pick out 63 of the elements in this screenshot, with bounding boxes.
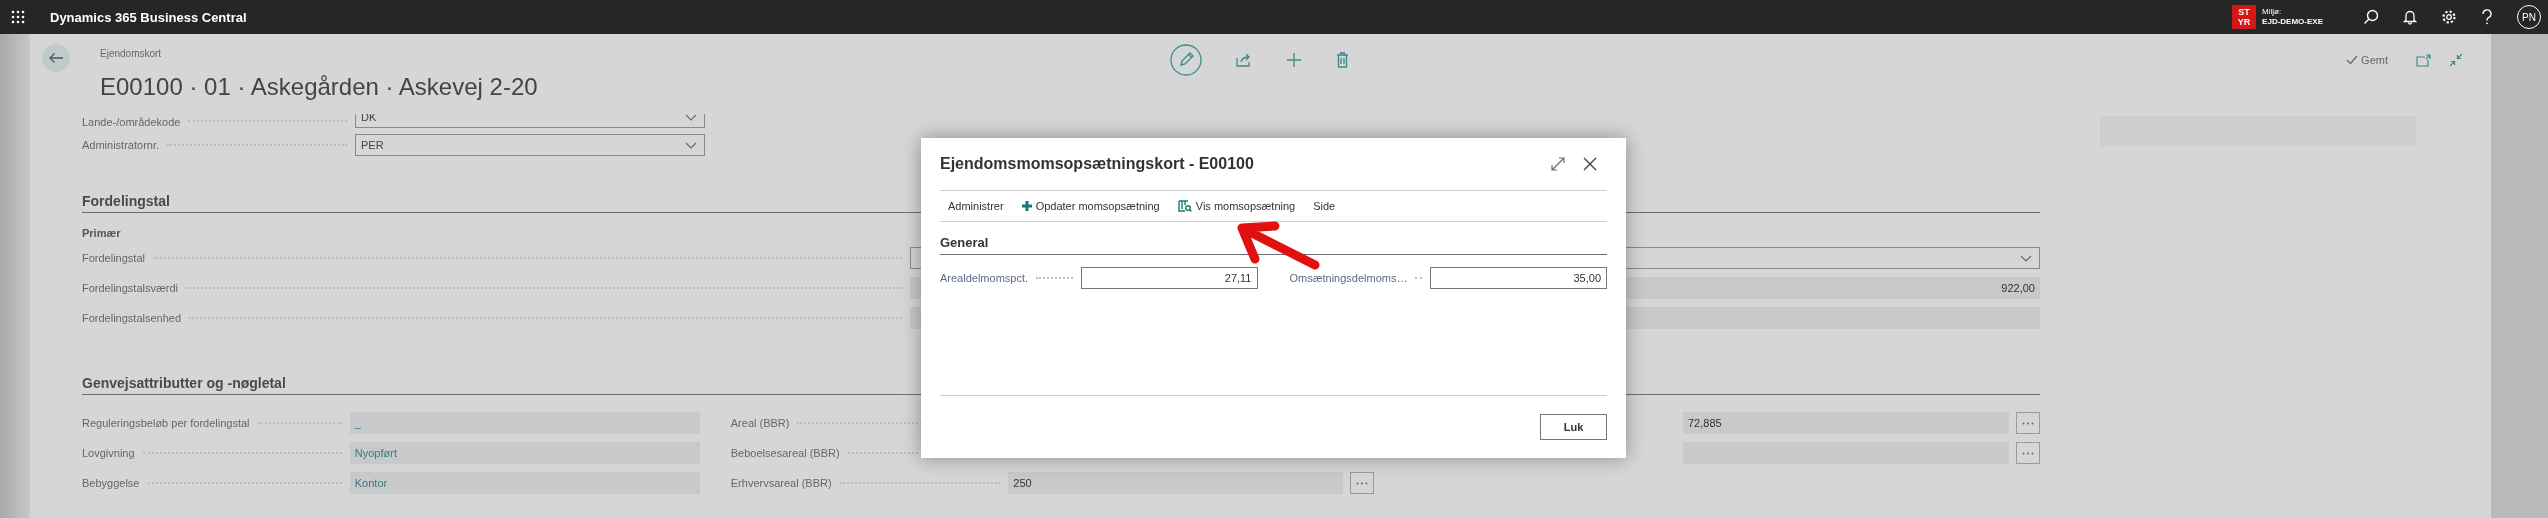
ellipsis-icon: [1356, 481, 1369, 485]
collapse-icon[interactable]: [2449, 53, 2463, 67]
input-field[interactable]: 35,00: [1430, 267, 1607, 289]
field-label: Areal (BBR): [730, 417, 790, 429]
environment-badge: ST YR: [2232, 5, 2257, 29]
page-title: E00100 · 01 · Askegården · Askevej 2-20: [100, 73, 538, 101]
back-button[interactable]: [42, 44, 70, 72]
group-heading: Primær: [82, 227, 122, 239]
field-label: Lande-/områdekode: [82, 116, 181, 128]
field-label: Beboelsesareal (BBR): [730, 447, 840, 459]
arrow-left-icon: [48, 52, 64, 64]
action-button[interactable]: Side: [1313, 200, 1336, 212]
assist-button[interactable]: [2016, 442, 2040, 464]
saved-status: Gemt: [2346, 54, 2388, 66]
assist-button[interactable]: [2016, 412, 2040, 434]
assist-button[interactable]: [1350, 472, 1375, 494]
chevron-down-icon: [2020, 254, 2032, 262]
share-icon[interactable]: [1236, 53, 1252, 67]
readonly-field: 72,885: [1683, 412, 2009, 434]
open-in-new-window-icon[interactable]: [2416, 53, 2431, 67]
readonly-field: 250: [1008, 472, 1344, 494]
chevron-down-icon: [685, 141, 697, 149]
action-button[interactable]: Vis momsopsætning: [1177, 200, 1296, 212]
leader-line: [1036, 277, 1073, 279]
field-label: Reguleringsbeløb per fordelingstal: [82, 417, 250, 429]
field-label: Fordelingstal: [82, 252, 145, 264]
field-label: Fordelingstalsværdi: [82, 282, 178, 294]
plus-icon[interactable]: [1286, 52, 1302, 68]
environment-name: EJD-DEMO-EXE: [2262, 17, 2323, 27]
environment-label: Miljø:: [2262, 7, 2283, 17]
leader-line: [1415, 277, 1422, 279]
action-button[interactable]: Administrer: [948, 200, 1004, 212]
app-name: Dynamics 365 Business Central: [50, 9, 247, 25]
check-icon: [2346, 55, 2359, 65]
help-icon[interactable]: [2481, 9, 2493, 25]
search-icon[interactable]: [2363, 9, 2379, 25]
field-label: Lovgivning: [82, 447, 135, 459]
app-launcher-icon[interactable]: [11, 10, 25, 24]
table-search-icon: [1177, 200, 1192, 212]
ellipsis-icon: [2022, 421, 2034, 425]
close-icon[interactable]: [1583, 157, 1597, 171]
bell-icon[interactable]: [2403, 9, 2417, 25]
edit-icon[interactable]: [1170, 44, 1202, 76]
field-label: Fordelingstalsenhed: [82, 312, 182, 324]
field-label: Erhvervsareal (BBR): [730, 477, 832, 489]
dropdown-field[interactable]: DK: [355, 114, 705, 128]
action-button[interactable]: Opdater momsopsætning: [1021, 200, 1160, 212]
dialog-title: Ejendomsmomsopsætningskort - E00100: [940, 155, 1255, 173]
plus-icon: [1021, 201, 1032, 211]
dropdown-field[interactable]: PER: [355, 134, 705, 156]
delete-icon[interactable]: [1336, 52, 1349, 68]
section-heading: General: [940, 222, 1607, 255]
field-label: Arealdelmomspct.: [940, 272, 1029, 284]
close-button[interactable]: Luk: [1540, 414, 1607, 440]
input-field[interactable]: 27,11: [1080, 267, 1258, 289]
chevron-down-icon: [685, 114, 697, 121]
field-label: Bebyggelse: [82, 477, 140, 489]
breadcrumb: Ejendomskort: [100, 48, 163, 59]
field-label: Omsætningsdelmoms…: [1289, 272, 1408, 284]
expand-icon[interactable]: [1551, 157, 1565, 171]
settings-icon[interactable]: [2441, 9, 2457, 25]
ellipsis-icon: [2022, 451, 2034, 455]
field-label: Administratornr.: [82, 139, 160, 151]
